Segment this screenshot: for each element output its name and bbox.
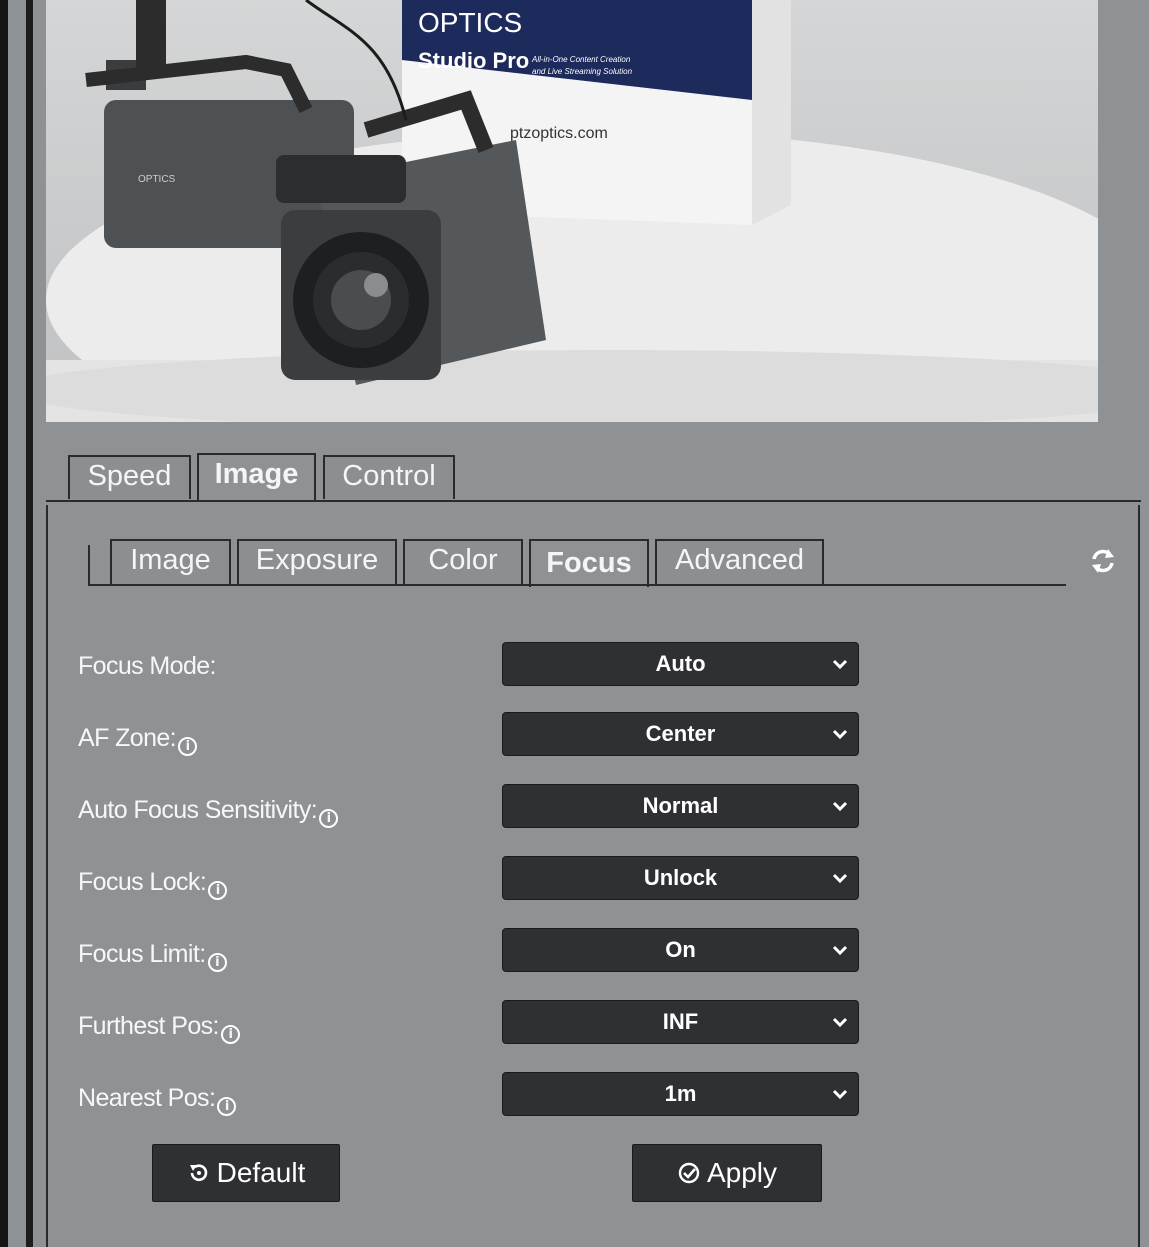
chevron-down-icon (832, 1017, 848, 1028)
tab-control[interactable]: Control (323, 455, 455, 499)
chevron-down-icon (832, 801, 848, 812)
focus-limit-select[interactable]: On (502, 928, 859, 972)
info-icon[interactable]: i (208, 881, 228, 900)
info-icon[interactable]: i (319, 809, 339, 828)
box-tagline-2: and Live Streaming Solution (532, 67, 633, 76)
box-brand: OPTICS (418, 7, 522, 38)
main-tab-rule (46, 500, 1141, 502)
subtab-focus[interactable]: Focus (529, 539, 649, 587)
tab-image[interactable]: Image (197, 453, 316, 500)
check-circle-icon (678, 1162, 700, 1184)
info-icon[interactable]: i (207, 953, 227, 972)
af-sensitivity-label: Auto Focus Sensitivity: i (78, 796, 339, 828)
default-button-label: Default (216, 1157, 306, 1188)
chevron-down-icon (832, 945, 848, 956)
chevron-down-icon (832, 873, 848, 884)
furthest-pos-label: Furthest Pos: i (78, 1012, 240, 1044)
camera-preview[interactable]: OPTICS Studio Pro All-in-One Content Cre… (46, 0, 1098, 422)
focus-lock-select[interactable]: Unlock (502, 856, 859, 900)
window-edge (0, 0, 8, 1247)
furthest-pos-select[interactable]: INF (502, 1000, 859, 1044)
info-icon[interactable]: i (217, 1097, 237, 1116)
box-product: Studio Pro (418, 48, 529, 73)
subtab-color[interactable]: Color (403, 539, 523, 585)
subtab-advanced[interactable]: Advanced (655, 539, 824, 585)
subtab-rule-edge (88, 545, 90, 586)
window-edge-inner (26, 0, 33, 1247)
chevron-down-icon (832, 659, 848, 670)
nearest-pos-label: Nearest Pos: i (78, 1084, 237, 1116)
box-tagline-1: All-in-One Content Creation (531, 55, 631, 64)
reset-icon (189, 1164, 207, 1182)
af-zone-select[interactable]: Center (502, 712, 859, 756)
default-button[interactable]: Default (152, 1144, 340, 1202)
info-icon[interactable]: i (220, 1025, 240, 1044)
back-camera-brand: OPTICS (138, 174, 176, 185)
af-zone-label: AF Zone: i (78, 724, 198, 756)
nearest-pos-select[interactable]: 1m (502, 1072, 859, 1116)
panel-border-left (46, 505, 48, 1247)
apply-button-label: Apply (706, 1157, 778, 1188)
chevron-down-icon (832, 729, 848, 740)
subtab-image[interactable]: Image (110, 539, 231, 585)
af-sensitivity-select[interactable]: Normal (502, 784, 859, 828)
focus-mode-select[interactable]: Auto (502, 642, 859, 686)
focus-mode-label: Focus Mode: (78, 652, 217, 680)
focus-lock-label: Focus Lock: i (78, 868, 228, 900)
subtab-exposure[interactable]: Exposure (237, 539, 397, 585)
tab-speed[interactable]: Speed (68, 455, 191, 499)
chevron-down-icon (832, 1089, 848, 1100)
subtab-rule (90, 584, 1066, 586)
focus-limit-label: Focus Limit: i (78, 940, 227, 972)
preview-scene: OPTICS Studio Pro All-in-One Content Cre… (46, 0, 1098, 422)
box-url: ptzoptics.com (510, 125, 608, 142)
apply-button[interactable]: Apply (632, 1144, 822, 1202)
refresh-icon[interactable] (1088, 546, 1118, 576)
info-icon[interactable]: i (178, 737, 198, 756)
panel-border-right (1138, 505, 1140, 1247)
